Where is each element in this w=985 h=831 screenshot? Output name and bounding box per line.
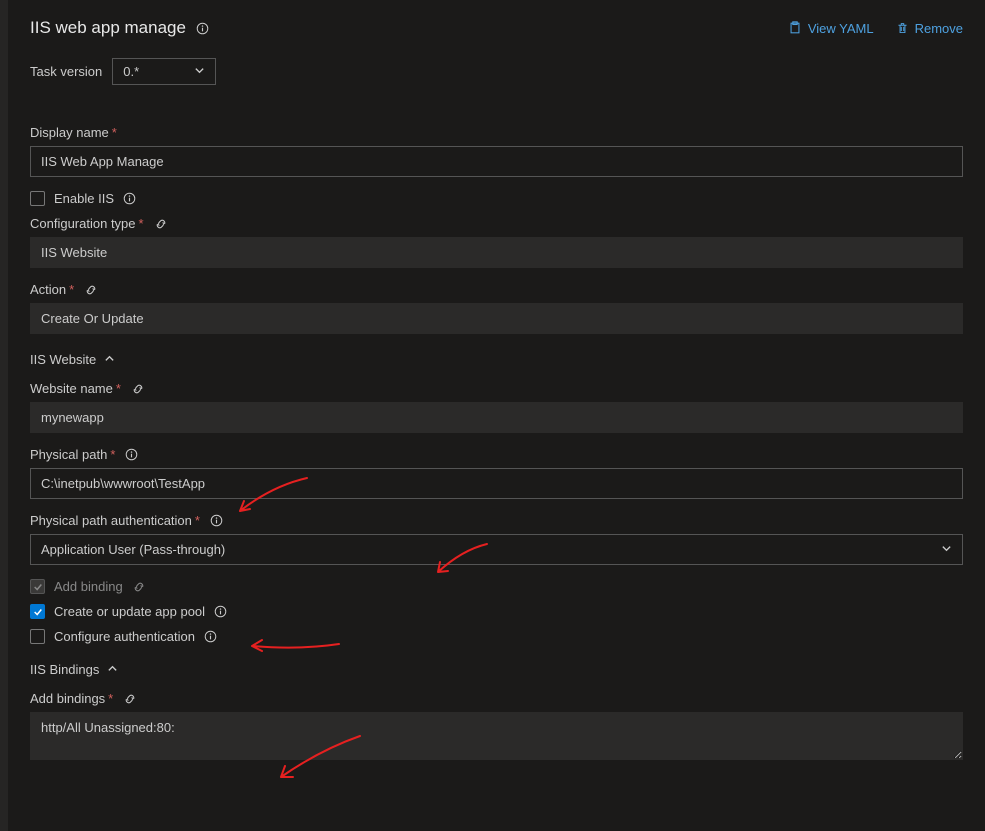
remove-button[interactable]: Remove xyxy=(896,21,963,36)
info-icon[interactable] xyxy=(210,514,223,527)
physical-path-label: Physical path xyxy=(30,447,107,462)
add-binding-checkbox xyxy=(30,579,45,594)
remove-label: Remove xyxy=(915,21,963,36)
config-type-label: Configuration type xyxy=(30,216,136,231)
chevron-up-icon xyxy=(104,352,115,367)
display-name-input[interactable] xyxy=(30,146,963,177)
chevron-down-icon xyxy=(941,542,952,557)
configure-auth-label: Configure authentication xyxy=(54,629,195,644)
required-marker: * xyxy=(139,216,144,231)
required-marker: * xyxy=(110,447,115,462)
link-icon[interactable] xyxy=(154,217,168,231)
create-app-pool-label: Create or update app pool xyxy=(54,604,205,619)
website-name-label: Website name xyxy=(30,381,113,396)
link-icon[interactable] xyxy=(132,580,146,594)
link-icon[interactable] xyxy=(131,382,145,396)
info-icon[interactable] xyxy=(214,605,227,618)
clipboard-icon xyxy=(788,21,802,35)
chevron-up-icon xyxy=(107,662,118,677)
configure-auth-checkbox[interactable] xyxy=(30,629,45,644)
enable-iis-checkbox[interactable] xyxy=(30,191,45,206)
physical-path-auth-select[interactable]: Application User (Pass-through) xyxy=(30,534,963,565)
task-version-value: 0.* xyxy=(123,64,139,79)
section-iis-bindings[interactable]: IIS Bindings xyxy=(30,662,963,677)
action-select[interactable]: Create Or Update xyxy=(30,303,963,334)
add-bindings-textarea[interactable] xyxy=(30,712,963,760)
physical-path-auth-value: Application User (Pass-through) xyxy=(41,542,225,557)
chevron-down-icon xyxy=(194,64,205,79)
view-yaml-label: View YAML xyxy=(808,21,874,36)
page-title: IIS web app manage xyxy=(30,18,186,38)
section-title: IIS Website xyxy=(30,352,96,367)
action-value: Create Or Update xyxy=(41,311,144,326)
required-marker: * xyxy=(112,125,117,140)
link-icon[interactable] xyxy=(123,692,137,706)
trash-icon xyxy=(896,22,909,35)
enable-iis-label: Enable IIS xyxy=(54,191,114,206)
physical-path-auth-label: Physical path authentication xyxy=(30,513,192,528)
view-yaml-button[interactable]: View YAML xyxy=(788,21,874,36)
display-name-label: Display name xyxy=(30,125,109,140)
config-type-value: IIS Website xyxy=(41,245,107,260)
info-icon[interactable] xyxy=(204,630,217,643)
info-icon[interactable] xyxy=(123,192,136,205)
action-label: Action xyxy=(30,282,66,297)
add-bindings-label: Add bindings xyxy=(30,691,105,706)
required-marker: * xyxy=(195,513,200,528)
section-title: IIS Bindings xyxy=(30,662,99,677)
config-type-select[interactable]: IIS Website xyxy=(30,237,963,268)
task-version-label: Task version xyxy=(30,64,102,79)
header: IIS web app manage View YAML Remove xyxy=(30,18,963,38)
info-icon[interactable] xyxy=(196,22,209,35)
website-name-input[interactable]: mynewapp xyxy=(30,402,963,433)
create-app-pool-checkbox[interactable] xyxy=(30,604,45,619)
required-marker: * xyxy=(69,282,74,297)
section-iis-website[interactable]: IIS Website xyxy=(30,352,963,367)
website-name-value: mynewapp xyxy=(41,410,104,425)
task-version-select[interactable]: 0.* xyxy=(112,58,216,85)
required-marker: * xyxy=(108,691,113,706)
add-binding-label: Add binding xyxy=(54,579,123,594)
physical-path-input[interactable] xyxy=(30,468,963,499)
required-marker: * xyxy=(116,381,121,396)
info-icon[interactable] xyxy=(125,448,138,461)
link-icon[interactable] xyxy=(84,283,98,297)
